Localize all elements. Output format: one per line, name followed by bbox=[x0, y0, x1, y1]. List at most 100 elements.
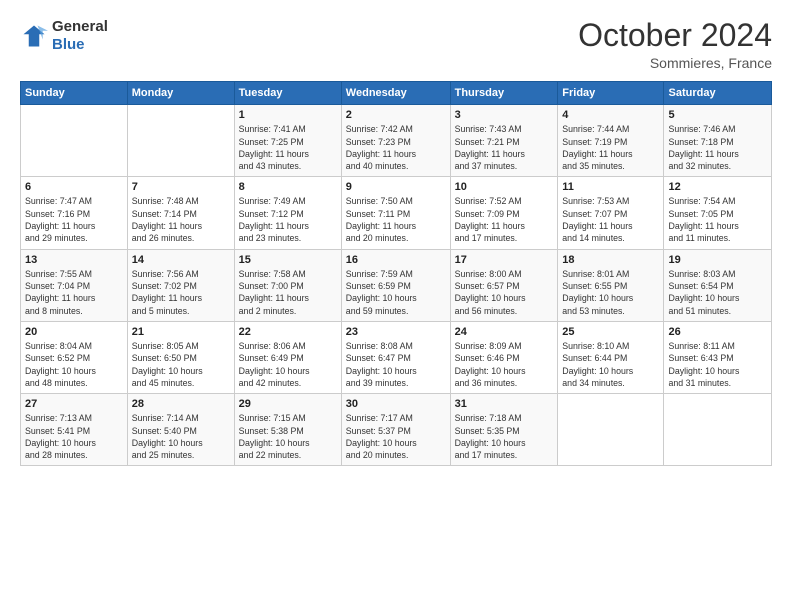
day-cell bbox=[21, 105, 128, 177]
week-row-2: 6Sunrise: 7:47 AMSunset: 7:16 PMDaylight… bbox=[21, 177, 772, 249]
header: General Blue October 2024 Sommieres, Fra… bbox=[20, 18, 772, 71]
day-number: 21 bbox=[132, 326, 230, 338]
day-number: 16 bbox=[346, 254, 446, 266]
day-cell: 8 Sunrise: 7:49 AMSunset: 7:12 PMDaylight… bbox=[234, 177, 341, 249]
day-cell: 23 Sunrise: 8:08 AMSunset: 6:47 PMDayligh… bbox=[341, 321, 450, 393]
day-info: Sunrise: 7:48 AMSunset: 7:14 PMDaylight:… bbox=[132, 195, 230, 244]
day-cell: 5Sunrise: 7:46 AMSunset: 7:18 PMDaylight… bbox=[664, 105, 772, 177]
day-number: 4 bbox=[562, 109, 659, 121]
day-number: 27 bbox=[25, 398, 123, 410]
day-number: 15 bbox=[239, 254, 337, 266]
day-info: Sunrise: 8:08 AMSunset: 6:47 PMDaylight:… bbox=[346, 340, 446, 389]
col-thursday: Thursday bbox=[450, 82, 558, 105]
day-info: Sunrise: 7:43 AMSunset: 7:21 PMDaylight:… bbox=[455, 123, 554, 172]
day-cell: 26 Sunrise: 8:11 AMSunset: 6:43 PMDayligh… bbox=[664, 321, 772, 393]
day-info: Sunrise: 7:49 AMSunset: 7:12 PMDaylight:… bbox=[239, 195, 337, 244]
day-cell: 22Sunrise: 8:06 AMSunset: 6:49 PMDayligh… bbox=[234, 321, 341, 393]
day-cell: 29 Sunrise: 7:15 AMSunset: 5:38 PMDayligh… bbox=[234, 394, 341, 466]
day-cell: 15Sunrise: 7:58 AMSunset: 7:00 PMDayligh… bbox=[234, 249, 341, 321]
day-number: 23 bbox=[346, 326, 446, 338]
day-info: Sunrise: 7:14 AMSunset: 5:40 PMDaylight:… bbox=[132, 412, 230, 461]
day-cell: 21 Sunrise: 8:05 AMSunset: 6:50 PMDayligh… bbox=[127, 321, 234, 393]
day-number: 5 bbox=[668, 109, 767, 121]
day-number: 8 bbox=[239, 181, 337, 193]
day-info: Sunrise: 7:42 AMSunset: 7:23 PMDaylight:… bbox=[346, 123, 446, 172]
day-cell: 31 Sunrise: 7:18 AMSunset: 5:35 PMDayligh… bbox=[450, 394, 558, 466]
day-cell: 12Sunrise: 7:54 AMSunset: 7:05 PMDayligh… bbox=[664, 177, 772, 249]
day-info: Sunrise: 7:15 AMSunset: 5:38 PMDaylight:… bbox=[239, 412, 337, 461]
day-cell: 20 Sunrise: 8:04 AMSunset: 6:52 PMDayligh… bbox=[21, 321, 128, 393]
day-cell: 10 Sunrise: 7:52 AMSunset: 7:09 PMDayligh… bbox=[450, 177, 558, 249]
day-cell: 14Sunrise: 7:56 AMSunset: 7:02 PMDayligh… bbox=[127, 249, 234, 321]
day-number: 2 bbox=[346, 109, 446, 121]
day-info: Sunrise: 8:00 AMSunset: 6:57 PMDaylight:… bbox=[455, 268, 554, 317]
logo-general: General bbox=[52, 18, 108, 35]
day-cell: 27Sunrise: 7:13 AMSunset: 5:41 PMDayligh… bbox=[21, 394, 128, 466]
calendar-body: 1 Sunrise: 7:41 AMSunset: 7:25 PMDaylight… bbox=[21, 105, 772, 466]
day-number: 28 bbox=[132, 398, 230, 410]
day-number: 7 bbox=[132, 181, 230, 193]
day-number: 30 bbox=[346, 398, 446, 410]
day-number: 10 bbox=[455, 181, 554, 193]
header-row: Sunday Monday Tuesday Wednesday Thursday… bbox=[21, 82, 772, 105]
day-info: Sunrise: 7:53 AMSunset: 7:07 PMDaylight:… bbox=[562, 195, 659, 244]
day-cell: 19 Sunrise: 8:03 AMSunset: 6:54 PMDayligh… bbox=[664, 249, 772, 321]
day-info: Sunrise: 8:11 AMSunset: 6:43 PMDaylight:… bbox=[668, 340, 767, 389]
day-info: Sunrise: 7:50 AMSunset: 7:11 PMDaylight:… bbox=[346, 195, 446, 244]
col-saturday: Saturday bbox=[664, 82, 772, 105]
day-info: Sunrise: 8:01 AMSunset: 6:55 PMDaylight:… bbox=[562, 268, 659, 317]
logo-blue: Blue bbox=[52, 36, 85, 53]
week-row-5: 27Sunrise: 7:13 AMSunset: 5:41 PMDayligh… bbox=[21, 394, 772, 466]
day-cell bbox=[558, 394, 664, 466]
day-cell: 13Sunrise: 7:55 AMSunset: 7:04 PMDayligh… bbox=[21, 249, 128, 321]
logo-text: General Blue bbox=[52, 18, 108, 54]
day-number: 3 bbox=[455, 109, 554, 121]
day-number: 20 bbox=[25, 326, 123, 338]
day-info: Sunrise: 8:10 AMSunset: 6:44 PMDaylight:… bbox=[562, 340, 659, 389]
day-cell: 1 Sunrise: 7:41 AMSunset: 7:25 PMDaylight… bbox=[234, 105, 341, 177]
col-tuesday: Tuesday bbox=[234, 82, 341, 105]
day-cell: 28 Sunrise: 7:14 AMSunset: 5:40 PMDayligh… bbox=[127, 394, 234, 466]
day-cell: 7 Sunrise: 7:48 AMSunset: 7:14 PMDaylight… bbox=[127, 177, 234, 249]
day-cell: 3 Sunrise: 7:43 AMSunset: 7:21 PMDaylight… bbox=[450, 105, 558, 177]
day-info: Sunrise: 7:17 AMSunset: 5:37 PMDaylight:… bbox=[346, 412, 446, 461]
day-cell: 9 Sunrise: 7:50 AMSunset: 7:11 PMDaylight… bbox=[341, 177, 450, 249]
day-info: Sunrise: 8:05 AMSunset: 6:50 PMDaylight:… bbox=[132, 340, 230, 389]
logo: General Blue bbox=[20, 18, 108, 54]
day-cell: 25Sunrise: 8:10 AMSunset: 6:44 PMDayligh… bbox=[558, 321, 664, 393]
day-number: 31 bbox=[455, 398, 554, 410]
day-info: Sunrise: 7:18 AMSunset: 5:35 PMDaylight:… bbox=[455, 412, 554, 461]
calendar-table: Sunday Monday Tuesday Wednesday Thursday… bbox=[20, 81, 772, 466]
day-info: Sunrise: 7:59 AMSunset: 6:59 PMDaylight:… bbox=[346, 268, 446, 317]
day-cell: 4 Sunrise: 7:44 AMSunset: 7:19 PMDaylight… bbox=[558, 105, 664, 177]
day-number: 18 bbox=[562, 254, 659, 266]
day-info: Sunrise: 8:06 AMSunset: 6:49 PMDaylight:… bbox=[239, 340, 337, 389]
day-cell: 30 Sunrise: 7:17 AMSunset: 5:37 PMDayligh… bbox=[341, 394, 450, 466]
day-number: 26 bbox=[668, 326, 767, 338]
week-row-3: 13Sunrise: 7:55 AMSunset: 7:04 PMDayligh… bbox=[21, 249, 772, 321]
month-title: October 2024 bbox=[578, 18, 772, 53]
day-number: 17 bbox=[455, 254, 554, 266]
day-info: Sunrise: 7:54 AMSunset: 7:05 PMDaylight:… bbox=[668, 195, 767, 244]
day-info: Sunrise: 8:09 AMSunset: 6:46 PMDaylight:… bbox=[455, 340, 554, 389]
day-cell bbox=[664, 394, 772, 466]
day-number: 29 bbox=[239, 398, 337, 410]
day-number: 14 bbox=[132, 254, 230, 266]
day-number: 9 bbox=[346, 181, 446, 193]
day-cell: 11Sunrise: 7:53 AMSunset: 7:07 PMDayligh… bbox=[558, 177, 664, 249]
day-info: Sunrise: 7:55 AMSunset: 7:04 PMDaylight:… bbox=[25, 268, 123, 317]
day-number: 19 bbox=[668, 254, 767, 266]
day-number: 24 bbox=[455, 326, 554, 338]
week-row-4: 20 Sunrise: 8:04 AMSunset: 6:52 PMDayligh… bbox=[21, 321, 772, 393]
col-sunday: Sunday bbox=[21, 82, 128, 105]
day-info: Sunrise: 7:41 AMSunset: 7:25 PMDaylight:… bbox=[239, 123, 337, 172]
day-cell: 24 Sunrise: 8:09 AMSunset: 6:46 PMDayligh… bbox=[450, 321, 558, 393]
day-info: Sunrise: 7:52 AMSunset: 7:09 PMDaylight:… bbox=[455, 195, 554, 244]
day-cell: 16 Sunrise: 7:59 AMSunset: 6:59 PMDayligh… bbox=[341, 249, 450, 321]
calendar-header: Sunday Monday Tuesday Wednesday Thursday… bbox=[21, 82, 772, 105]
day-info: Sunrise: 8:03 AMSunset: 6:54 PMDaylight:… bbox=[668, 268, 767, 317]
day-info: Sunrise: 7:44 AMSunset: 7:19 PMDaylight:… bbox=[562, 123, 659, 172]
col-wednesday: Wednesday bbox=[341, 82, 450, 105]
day-info: Sunrise: 8:04 AMSunset: 6:52 PMDaylight:… bbox=[25, 340, 123, 389]
day-number: 1 bbox=[239, 109, 337, 121]
